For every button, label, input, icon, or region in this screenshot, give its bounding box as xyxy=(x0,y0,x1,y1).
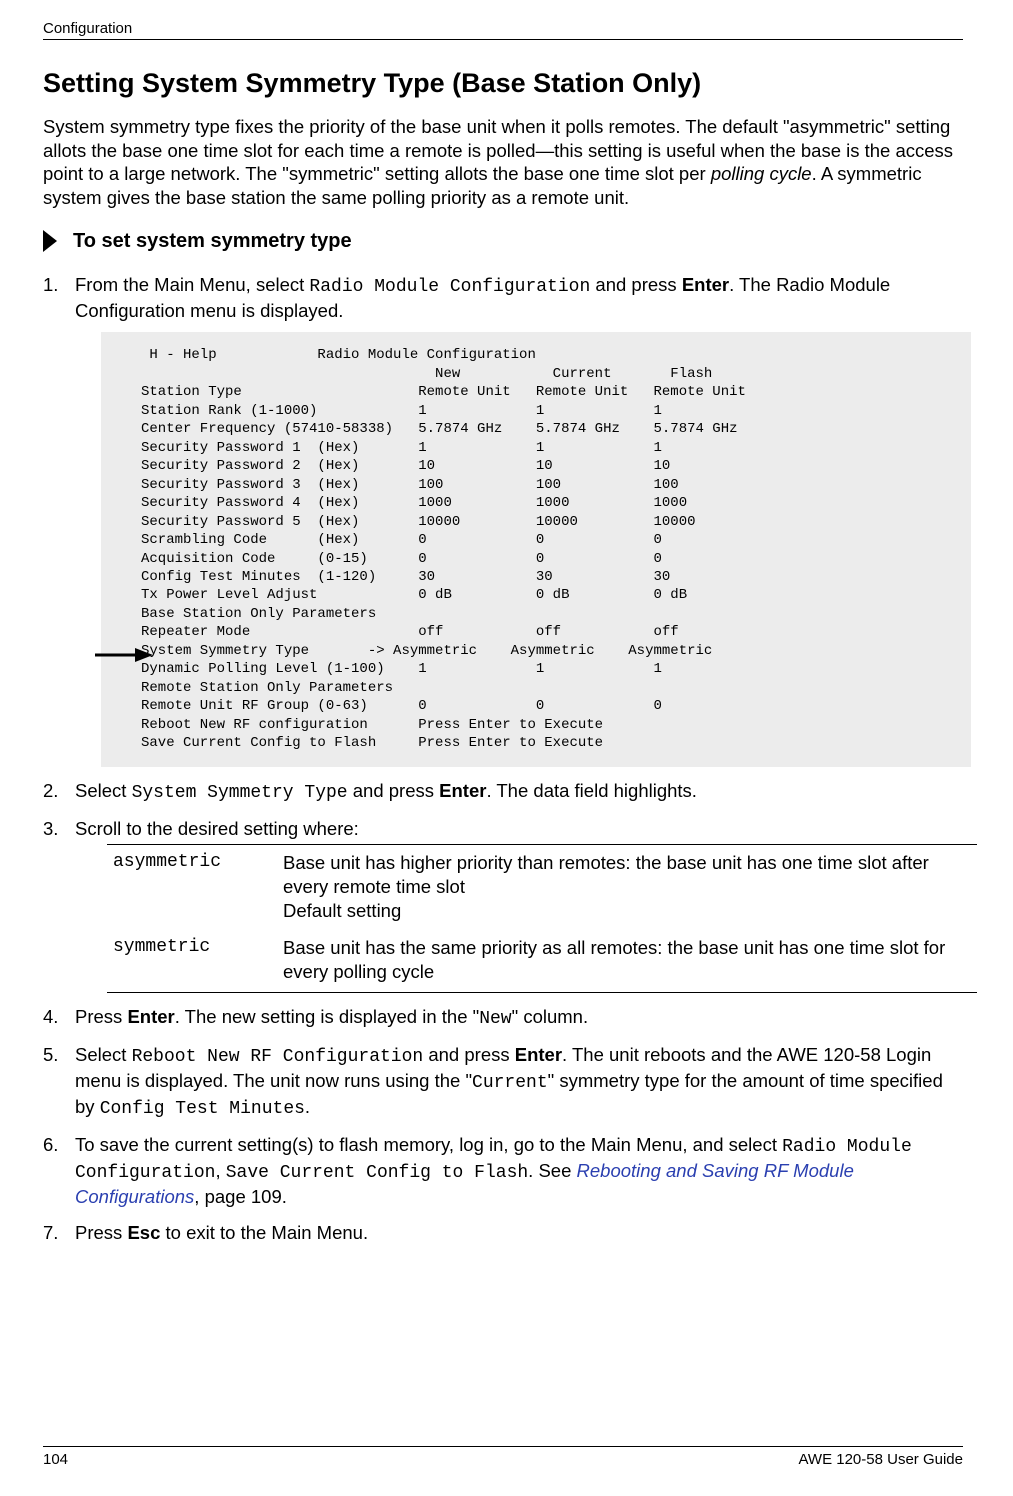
step-4-text-b: . The new setting is displayed in the " xyxy=(175,1006,479,1027)
option-key-symmetric: symmetric xyxy=(107,930,283,992)
step-4-enter: Enter xyxy=(127,1006,174,1027)
step-2-enter: Enter xyxy=(439,780,486,801)
step-5-code2: Config Test Minutes xyxy=(100,1099,305,1119)
terminal-line: Tx Power Level Adjust 0 dB 0 dB 0 dB xyxy=(141,586,951,604)
option-desc-symmetric: Base unit has the same priority as all r… xyxy=(283,930,977,992)
terminal-line: Save Current Config to Flash Press Enter… xyxy=(141,734,951,752)
options-table: asymmetric Base unit has higher priority… xyxy=(107,844,977,992)
procedure-arrow-icon xyxy=(43,230,63,252)
terminal-line: New Current Flash xyxy=(141,365,951,383)
terminal-line: System Symmetry Type -> Asymmetric Asymm… xyxy=(141,642,951,660)
terminal-line: Repeater Mode off off off xyxy=(141,623,951,641)
terminal-line: Acquisition Code (0-15) 0 0 0 xyxy=(141,550,951,568)
step-2: Select System Symmetry Type and press En… xyxy=(43,779,963,805)
terminal-line: Center Frequency (57410-58338) 5.7874 GH… xyxy=(141,420,951,438)
option-row-asymmetric: asymmetric Base unit has higher priority… xyxy=(107,845,977,931)
step-1: From the Main Menu, select Radio Module … xyxy=(43,273,963,767)
terminal-line: H - Help Radio Module Configuration xyxy=(141,346,951,364)
option-desc-asymmetric: Base unit has higher priority than remot… xyxy=(283,845,977,931)
page-footer: 104 AWE 120-58 User Guide xyxy=(43,1446,963,1468)
step-5-text-b: and press xyxy=(423,1044,515,1065)
step-7-text-a: Press xyxy=(75,1222,127,1243)
step-1-text-b: and press xyxy=(590,274,682,295)
step-5-enter: Enter xyxy=(515,1044,562,1065)
terminal-line: Security Password 5 (Hex) 10000 10000 10… xyxy=(141,513,951,531)
step-6: To save the current setting(s) to flash … xyxy=(43,1133,963,1209)
step-5-text-e: . xyxy=(305,1096,310,1117)
option-key-asymmetric: asymmetric xyxy=(107,845,283,931)
terminal-line: Station Rank (1-1000) 1 1 1 xyxy=(141,402,951,420)
step-5: Select Reboot New RF Configuration and p… xyxy=(43,1043,963,1121)
terminal-line: Remote Station Only Parameters xyxy=(141,679,951,697)
terminal-line: Security Password 2 (Hex) 10 10 10 xyxy=(141,457,951,475)
terminal-line: Base Station Only Parameters xyxy=(141,605,951,623)
terminal-line: Scrambling Code (Hex) 0 0 0 xyxy=(141,531,951,549)
terminal-line: Dynamic Polling Level (1-100) 1 1 1 xyxy=(141,660,951,678)
step-6-text-d: , page 109. xyxy=(194,1186,287,1207)
step-6-text-c: . See xyxy=(528,1160,576,1181)
terminal-line: Remote Unit RF Group (0-63) 0 0 0 xyxy=(141,697,951,715)
procedure-heading-label: To set system symmetry type xyxy=(73,230,352,253)
terminal-line: Security Password 4 (Hex) 1000 1000 1000 xyxy=(141,494,951,512)
step-4-text-a: Press xyxy=(75,1006,127,1027)
step-7: Press Esc to exit to the Main Menu. xyxy=(43,1221,963,1245)
step-4-new: New xyxy=(479,1009,511,1029)
step-1-enter: Enter xyxy=(682,274,729,295)
step-6-text-b: , xyxy=(215,1160,225,1181)
intro-emphasis: polling cycle xyxy=(711,163,812,184)
terminal-line: Security Password 3 (Hex) 100 100 100 xyxy=(141,476,951,494)
terminal-line: Security Password 1 (Hex) 1 1 1 xyxy=(141,439,951,457)
option-asym-line2: Default setting xyxy=(283,899,967,923)
terminal-line: Config Test Minutes (1-120) 30 30 30 xyxy=(141,568,951,586)
intro-paragraph: System symmetry type fixes the priority … xyxy=(43,115,963,210)
page-number: 104 xyxy=(43,1451,68,1468)
step-6-text-a: To save the current setting(s) to flash … xyxy=(75,1134,782,1155)
step-1-code: Radio Module Configuration xyxy=(309,277,590,297)
callout-arrow-icon xyxy=(95,644,153,658)
option-row-symmetric: symmetric Base unit has the same priorit… xyxy=(107,930,977,992)
option-asym-line1: Base unit has higher priority than remot… xyxy=(283,851,967,898)
terminal-line: Station Type Remote Unit Remote Unit Rem… xyxy=(141,383,951,401)
step-3-text: Scroll to the desired setting where: xyxy=(75,818,359,839)
guide-name: AWE 120-58 User Guide xyxy=(798,1451,963,1468)
step-1-text-a: From the Main Menu, select xyxy=(75,274,309,295)
step-2-text-a: Select xyxy=(75,780,132,801)
page-title: Setting System Symmetry Type (Base Stati… xyxy=(43,68,963,99)
step-6-code2: Save Current Config to Flash xyxy=(226,1163,528,1183)
step-4-text-c: " column. xyxy=(512,1006,588,1027)
step-4: Press Enter. The new setting is displaye… xyxy=(43,1005,963,1031)
header-rule xyxy=(43,39,963,40)
step-2-text-b: and press xyxy=(348,780,440,801)
running-head: Configuration xyxy=(43,20,963,37)
terminal-line: Reboot New RF configuration Press Enter … xyxy=(141,716,951,734)
step-5-code1: Reboot New RF Configuration xyxy=(132,1047,424,1067)
step-5-text-a: Select xyxy=(75,1044,132,1065)
step-7-esc: Esc xyxy=(127,1222,160,1243)
terminal-wrap: H - Help Radio Module Configuration New … xyxy=(101,332,963,766)
step-7-text-b: to exit to the Main Menu. xyxy=(160,1222,368,1243)
step-3: Scroll to the desired setting where: asy… xyxy=(43,817,963,993)
step-2-code: System Symmetry Type xyxy=(132,783,348,803)
procedure-heading: To set system symmetry type xyxy=(43,230,963,253)
step-5-current: Current xyxy=(472,1073,548,1093)
terminal-output: H - Help Radio Module Configuration New … xyxy=(101,332,971,766)
step-2-text-c: . The data field highlights. xyxy=(486,780,697,801)
